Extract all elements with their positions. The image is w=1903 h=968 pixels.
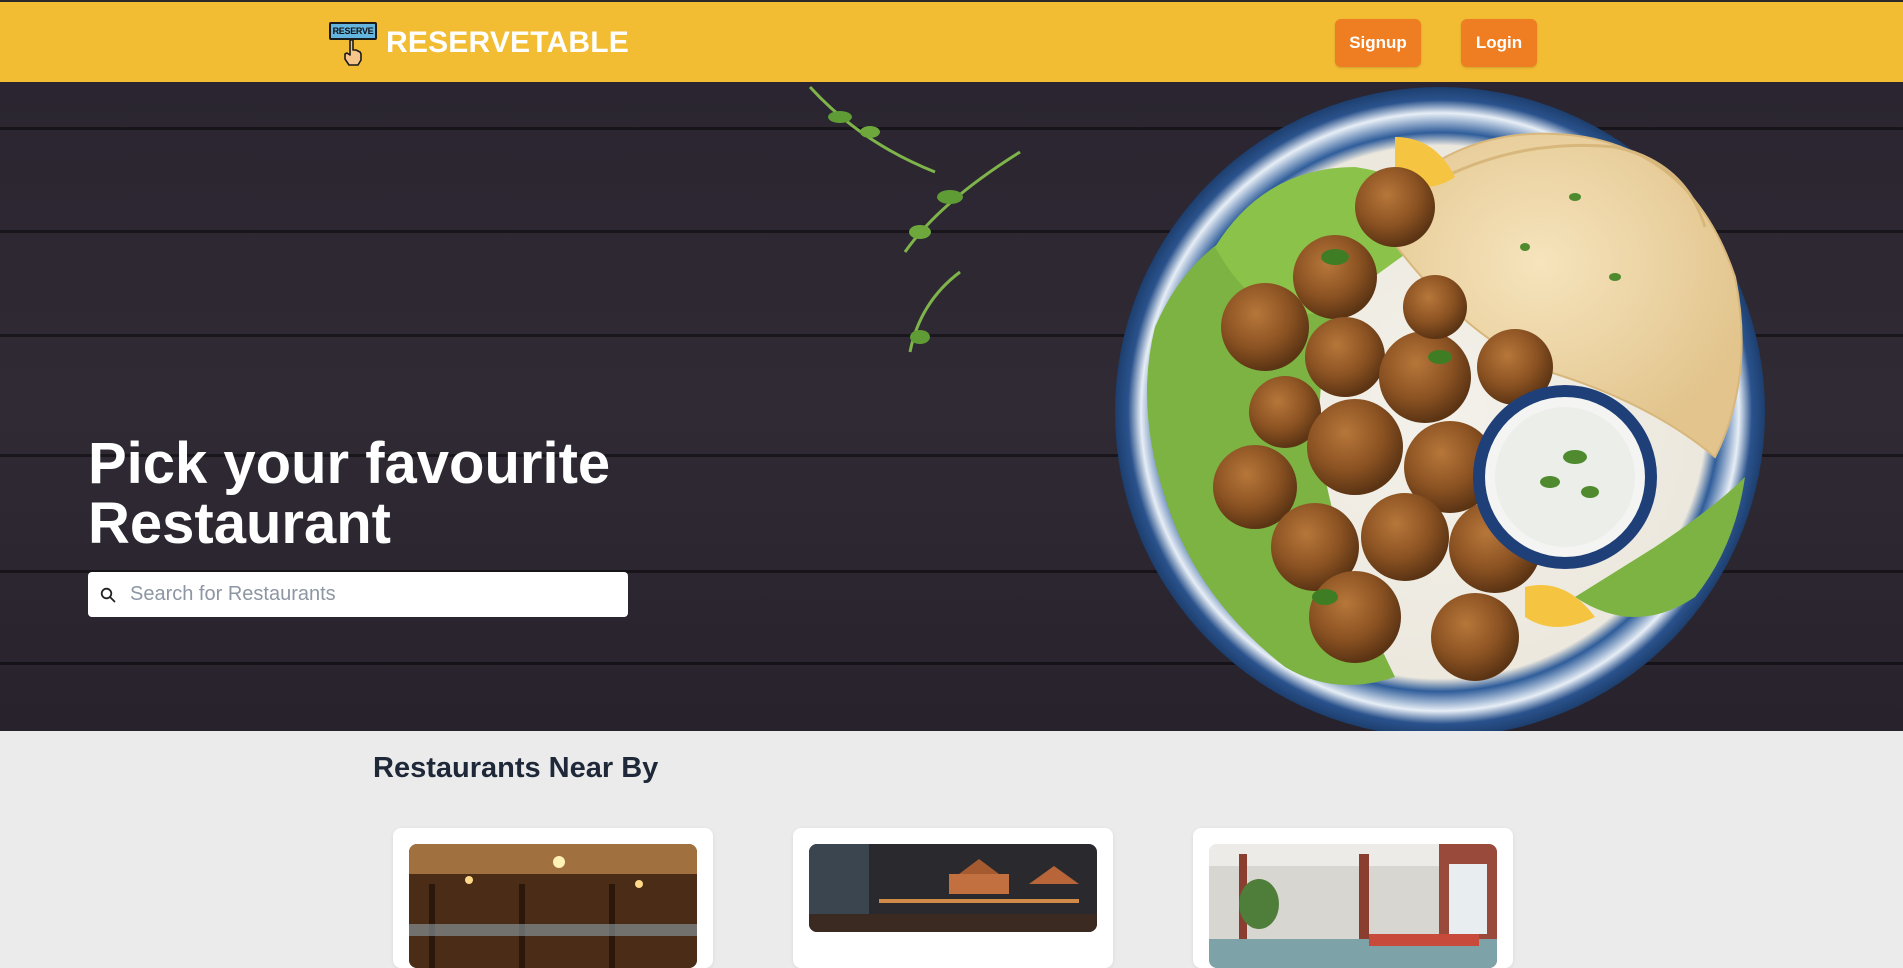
brand[interactable]: RESERVE RESERVETABLE [328, 20, 629, 66]
hero-title-line2: Restaurant [88, 491, 391, 556]
restaurant-image [809, 844, 1097, 932]
search-bar[interactable] [88, 572, 628, 617]
navbar: RESERVE RESERVETABLE Signup Login [0, 2, 1903, 82]
hero-title: Pick your favourite Restaurant [88, 434, 648, 554]
search-icon [100, 587, 116, 602]
signup-button[interactable]: Signup [1335, 19, 1421, 67]
restaurants-section-title: Restaurants Near By [373, 752, 659, 784]
restaurant-card[interactable] [393, 828, 713, 968]
brand-name: RESERVETABLE [386, 26, 630, 59]
hero-banner: Pick your favourite Restaurant [0, 82, 1903, 731]
restaurant-image [409, 844, 697, 968]
restaurant-image [1209, 844, 1497, 968]
falafel-plate-image [1115, 87, 1765, 731]
pointing-hand-icon [344, 39, 362, 66]
search-input[interactable] [130, 583, 610, 606]
reserve-logo-icon: RESERVE [328, 20, 378, 66]
restaurant-card[interactable] [793, 828, 1113, 968]
restaurant-card[interactable] [1193, 828, 1513, 968]
login-button[interactable]: Login [1461, 19, 1537, 67]
hero-title-line1: Pick your favourite [88, 431, 611, 496]
